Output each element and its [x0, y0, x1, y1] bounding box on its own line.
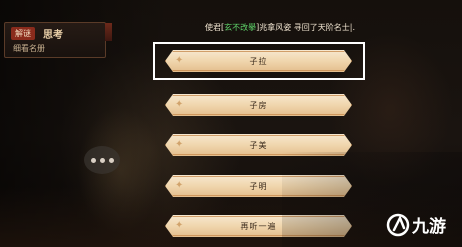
quest-panel: 解谜 思考 细看名册 — [4, 22, 112, 58]
game-scene: 解谜 思考 细看名册 使君[玄不改擧]兆拿风姿 寻回了天阶名士|. ✦ 子拉 ✦… — [0, 0, 462, 247]
option-button-2[interactable]: ✦ 子房 — [165, 94, 352, 116]
option-label: 子房 — [249, 100, 268, 110]
dot-icon — [99, 157, 105, 163]
dot-icon — [108, 157, 114, 163]
hint-highlight: 玄不改擧 — [224, 23, 257, 32]
hint-suffix: ]兆拿风姿 寻回了天阶名士|. — [256, 23, 356, 32]
watermark-text: 九游 — [411, 216, 446, 237]
hint-text: 使君[玄不改擧]兆拿风姿 寻回了天阶名士|. — [205, 22, 355, 33]
quest-title: 思考 — [43, 30, 63, 41]
speech-bubble-icon[interactable] — [84, 146, 120, 174]
dot-icon — [90, 157, 96, 163]
option-button-1[interactable]: ✦ 子拉 — [165, 50, 352, 72]
watermark-logo: 九游 — [386, 213, 446, 237]
quest-tag: 解谜 — [11, 27, 35, 40]
quest-subtitle: 细看名册 — [13, 44, 45, 53]
option-label: 子拉 — [249, 56, 268, 66]
hint-prefix: 使君[ — [205, 23, 225, 32]
